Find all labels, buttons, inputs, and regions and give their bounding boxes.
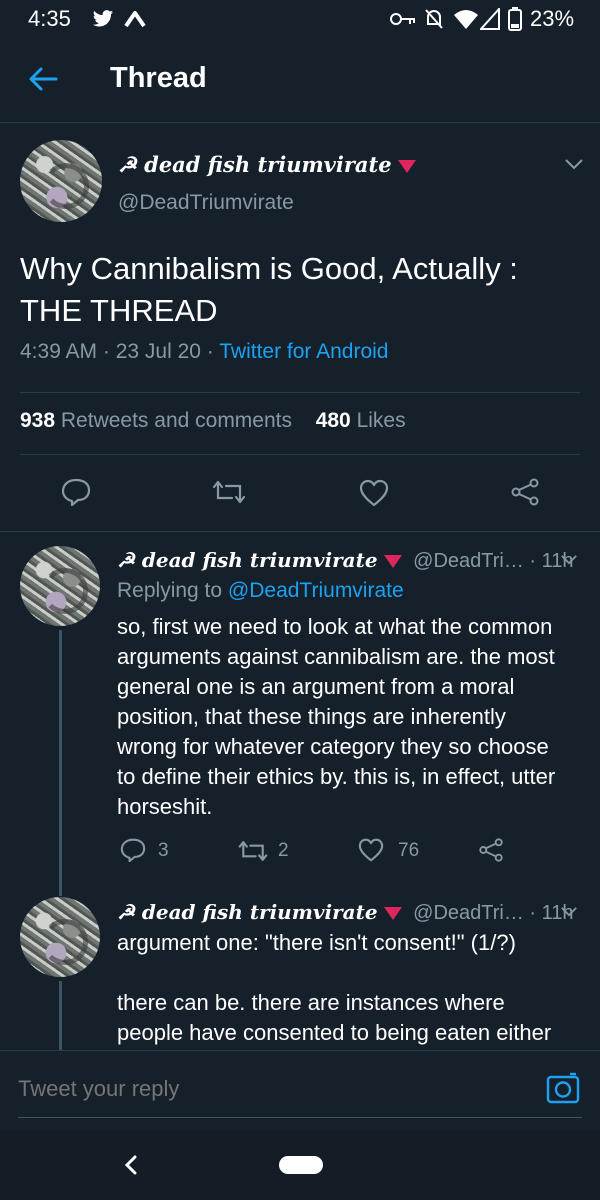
tweet-text-line: arguments against cannibalism are. the m… [117, 644, 555, 669]
divider [20, 454, 580, 455]
reply-tweet[interactable]: ☭ dead fish triumvirate @DeadTri… · 11h … [0, 882, 600, 1050]
replying-to-handle[interactable]: @DeadTriumvirate [228, 579, 404, 602]
tweet-text-line: people have consented to being eaten eit… [117, 1020, 552, 1045]
twitter-icon [92, 9, 114, 29]
retweets-count[interactable]: 938 [20, 409, 55, 432]
tweet-timestamp: 4:39 AM · 23 Jul 20 · [20, 340, 220, 363]
tweet-text-line: argument one: "there isn't consent!" (1/… [117, 930, 516, 955]
input-underline [18, 1117, 582, 1118]
likes-count[interactable]: 480 [316, 409, 351, 432]
tweet-text-line: there can be. there are instances where [117, 990, 505, 1015]
reply-count: 3 [158, 840, 169, 861]
status-bar: 4:35 23% [0, 0, 600, 38]
chevron-down-icon[interactable] [564, 158, 584, 170]
reply-input[interactable] [18, 1071, 518, 1107]
avatar[interactable] [20, 140, 102, 222]
verified-triangle-icon [383, 555, 402, 569]
share-icon[interactable] [478, 838, 504, 862]
key-icon [390, 12, 416, 26]
thread-line [59, 882, 62, 896]
main-tweet: ☭ dead fish triumvirate @DeadTriumvirate… [0, 122, 600, 532]
tweet-text-line: horseshit. [117, 794, 213, 819]
share-icon[interactable] [510, 478, 540, 506]
app-bar: Thread [0, 38, 600, 123]
wifi-icon [454, 9, 478, 29]
chevron-down-icon[interactable] [560, 554, 578, 565]
display-name[interactable]: ☭ dead fish triumvirate [117, 548, 378, 572]
retweet-icon[interactable] [238, 840, 268, 862]
like-icon[interactable] [359, 479, 389, 507]
tweet-text-line: THE THREAD [20, 293, 218, 328]
retweet-count: 2 [278, 840, 289, 861]
tweet-text-line: so, first we need to look at what the co… [117, 614, 553, 639]
replying-to-label: Replying to [117, 579, 228, 602]
tweet-text-line [117, 958, 597, 988]
notification-icon [124, 10, 146, 28]
display-name[interactable]: ☭ dead fish triumvirate [117, 900, 378, 924]
tweet-text-line: position, that these things are inherent… [117, 704, 506, 729]
likes-label[interactable]: Likes [357, 409, 406, 432]
verified-triangle-icon [383, 907, 402, 921]
do-not-disturb-icon [424, 8, 444, 30]
retweets-label[interactable]: Retweets and comments [61, 409, 292, 432]
chevron-left-icon[interactable] [124, 1154, 138, 1176]
arrow-left-icon[interactable] [28, 66, 58, 92]
tweet-text: argument one: "there isn't consent!" (1/… [117, 928, 597, 1048]
chevron-down-icon[interactable] [560, 906, 578, 917]
engagement-stats: 938 Retweets and comments 480 Likes [20, 409, 406, 433]
signal-icon [480, 8, 500, 30]
thread-line [59, 630, 62, 890]
tweet-source-link[interactable]: Twitter for Android [219, 340, 388, 363]
reply-tweet[interactable]: ☭ dead fish triumvirate @DeadTri… · 11h … [0, 532, 600, 890]
author-handle[interactable]: @DeadTri… [413, 902, 524, 924]
author-handle[interactable]: @DeadTriumvirate [118, 191, 294, 215]
tweet-text-line: Why Cannibalism is Good, Actually : [20, 251, 518, 286]
tweet-text-line: to define their ethics by. this is, in e… [117, 764, 556, 789]
retweet-icon[interactable] [212, 480, 246, 504]
tweet-text: Why Cannibalism is Good, Actually : THE … [20, 248, 590, 332]
tweet-text-line: wrong for whatever category they so choo… [117, 734, 549, 759]
divider [20, 392, 580, 393]
tweet-text-line: general one is an argument from a moral [117, 674, 515, 699]
display-name[interactable]: ☭ dead fish triumvirate [118, 152, 392, 177]
battery-icon [508, 7, 522, 31]
thread-line [59, 981, 62, 1050]
camera-icon[interactable] [546, 1072, 580, 1104]
home-pill-icon[interactable] [279, 1156, 323, 1174]
reply-header: ☭ dead fish triumvirate @DeadTri… · 11h [117, 548, 587, 573]
system-nav-bar [0, 1130, 600, 1200]
avatar[interactable] [20, 546, 100, 626]
verified-triangle-icon [397, 159, 416, 173]
reply-header: ☭ dead fish triumvirate @DeadTri… · 11h [117, 900, 587, 925]
avatar[interactable] [20, 897, 100, 977]
status-time: 4:35 [28, 6, 71, 31]
battery-percentage: 23% [530, 6, 575, 31]
reply-icon[interactable] [120, 838, 146, 862]
author-row: ☭ dead fish triumvirate [118, 152, 416, 178]
like-icon[interactable] [358, 838, 384, 862]
replying-to: Replying to @DeadTriumvirate [117, 579, 404, 603]
tweet-meta: 4:39 AM · 23 Jul 20 · Twitter for Androi… [20, 340, 388, 364]
reply-icon[interactable] [61, 478, 91, 506]
reply-composer [0, 1050, 600, 1131]
tweet-text: so, first we need to look at what the co… [117, 612, 597, 822]
page-title: Thread [110, 62, 207, 94]
author-handle[interactable]: @DeadTri… [413, 550, 524, 572]
like-count: 76 [398, 840, 420, 861]
